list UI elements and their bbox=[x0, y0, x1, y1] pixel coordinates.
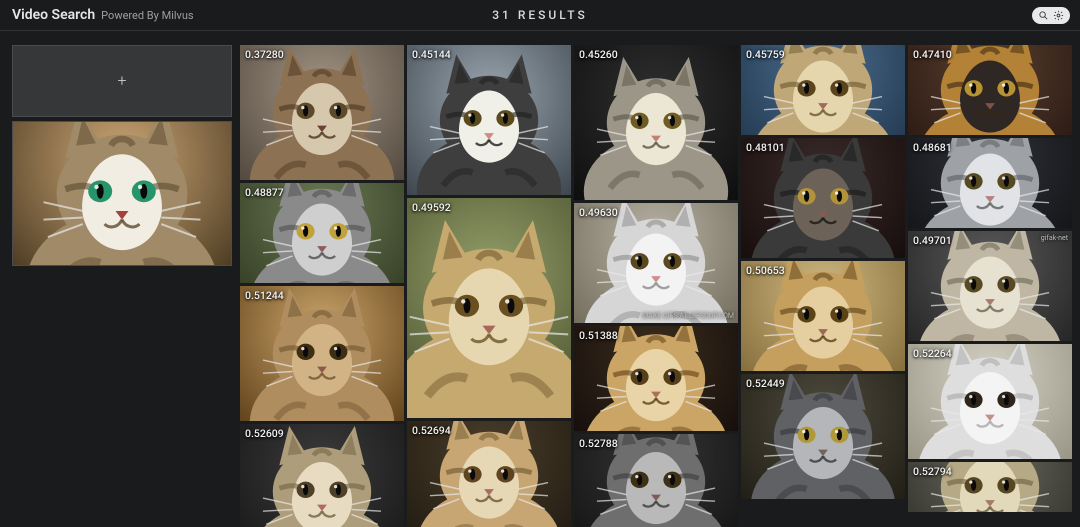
result-tile[interactable]: 0.52449 bbox=[741, 374, 905, 499]
result-thumbnail bbox=[908, 231, 1072, 341]
result-tile[interactable]: 0.52694 bbox=[407, 421, 571, 527]
result-thumbnail bbox=[407, 45, 571, 195]
result-thumbnail bbox=[908, 462, 1072, 512]
result-thumbnail bbox=[908, 45, 1072, 135]
results-grid: 0.37280 0.48877 bbox=[240, 45, 1072, 527]
result-tile[interactable]: 0.50653 bbox=[741, 261, 905, 371]
result-tile[interactable]: 0.52609 bbox=[240, 424, 404, 527]
results-column: 0.37280 0.48877 bbox=[240, 45, 404, 527]
result-tile[interactable]: 0.48681 bbox=[908, 138, 1072, 228]
results-count: 31 RESULTS bbox=[492, 8, 588, 22]
results-column: 0.45144 0.49592 bbox=[407, 45, 571, 527]
result-tile[interactable]: 0.52794 bbox=[908, 462, 1072, 512]
result-thumbnail bbox=[574, 434, 738, 527]
result-tile[interactable]: 0.37280 bbox=[240, 45, 404, 180]
result-thumbnail bbox=[240, 424, 404, 527]
result-thumbnail bbox=[240, 286, 404, 421]
result-thumbnail bbox=[741, 138, 905, 258]
upload-query-tile[interactable]: + bbox=[12, 45, 232, 117]
result-tile[interactable]: 0.51244 bbox=[240, 286, 404, 421]
result-tile[interactable]: 0.49701gifak-net bbox=[908, 231, 1072, 341]
results-column: 0.45759 0.48101 bbox=[741, 45, 905, 527]
result-thumbnail bbox=[908, 138, 1072, 228]
app-header: Video Search Powered By Milvus 31 RESULT… bbox=[0, 0, 1080, 31]
header-actions bbox=[1032, 7, 1080, 24]
result-tile[interactable]: 0.48877 bbox=[240, 183, 404, 283]
result-thumbnail bbox=[240, 45, 404, 180]
results-column: 0.47410 0.48681 bbox=[908, 45, 1072, 527]
header-action-pill bbox=[1032, 7, 1070, 24]
result-thumbnail bbox=[574, 45, 738, 200]
query-sidebar: + bbox=[0, 31, 240, 527]
settings-button[interactable] bbox=[1051, 10, 1066, 21]
result-tile[interactable]: 0.51388 bbox=[574, 326, 738, 431]
result-thumbnail bbox=[407, 421, 571, 527]
result-thumbnail bbox=[908, 344, 1072, 459]
result-tile[interactable]: 0.47410 bbox=[908, 45, 1072, 135]
result-tile[interactable]: 0.45144 bbox=[407, 45, 571, 195]
app-title: Video Search bbox=[12, 7, 95, 23]
result-thumbnail bbox=[574, 203, 738, 323]
brand: Video Search Powered By Milvus bbox=[0, 7, 194, 23]
results-scroll[interactable]: 0.37280 0.48877 bbox=[240, 31, 1080, 527]
app-subtitle: Powered By Milvus bbox=[101, 9, 193, 22]
result-thumbnail bbox=[741, 374, 905, 499]
result-thumbnail bbox=[407, 198, 571, 418]
result-tile[interactable]: 0.48101 bbox=[741, 138, 905, 258]
result-thumbnail bbox=[240, 183, 404, 283]
result-tile[interactable]: 0.49592 bbox=[407, 198, 571, 418]
plus-icon: + bbox=[117, 73, 126, 89]
result-tile[interactable]: 0.52264 bbox=[908, 344, 1072, 459]
result-thumbnail bbox=[741, 261, 905, 371]
query-image-tile[interactable] bbox=[12, 121, 232, 266]
gear-icon bbox=[1053, 10, 1064, 21]
search-button[interactable] bbox=[1036, 10, 1051, 21]
results-column: 0.45260 0.49630MAKE GIFS AT GIFSOUP.COM bbox=[574, 45, 738, 527]
result-tile[interactable]: 0.45260 bbox=[574, 45, 738, 200]
result-tile[interactable]: 0.45759 bbox=[741, 45, 905, 135]
search-icon bbox=[1038, 10, 1049, 21]
result-tile[interactable]: 0.52788 bbox=[574, 434, 738, 527]
query-image bbox=[13, 122, 231, 265]
result-tile[interactable]: 0.49630MAKE GIFS AT GIFSOUP.COM bbox=[574, 203, 738, 323]
result-thumbnail bbox=[741, 45, 905, 135]
result-thumbnail bbox=[574, 326, 738, 431]
content: + bbox=[0, 31, 1080, 527]
